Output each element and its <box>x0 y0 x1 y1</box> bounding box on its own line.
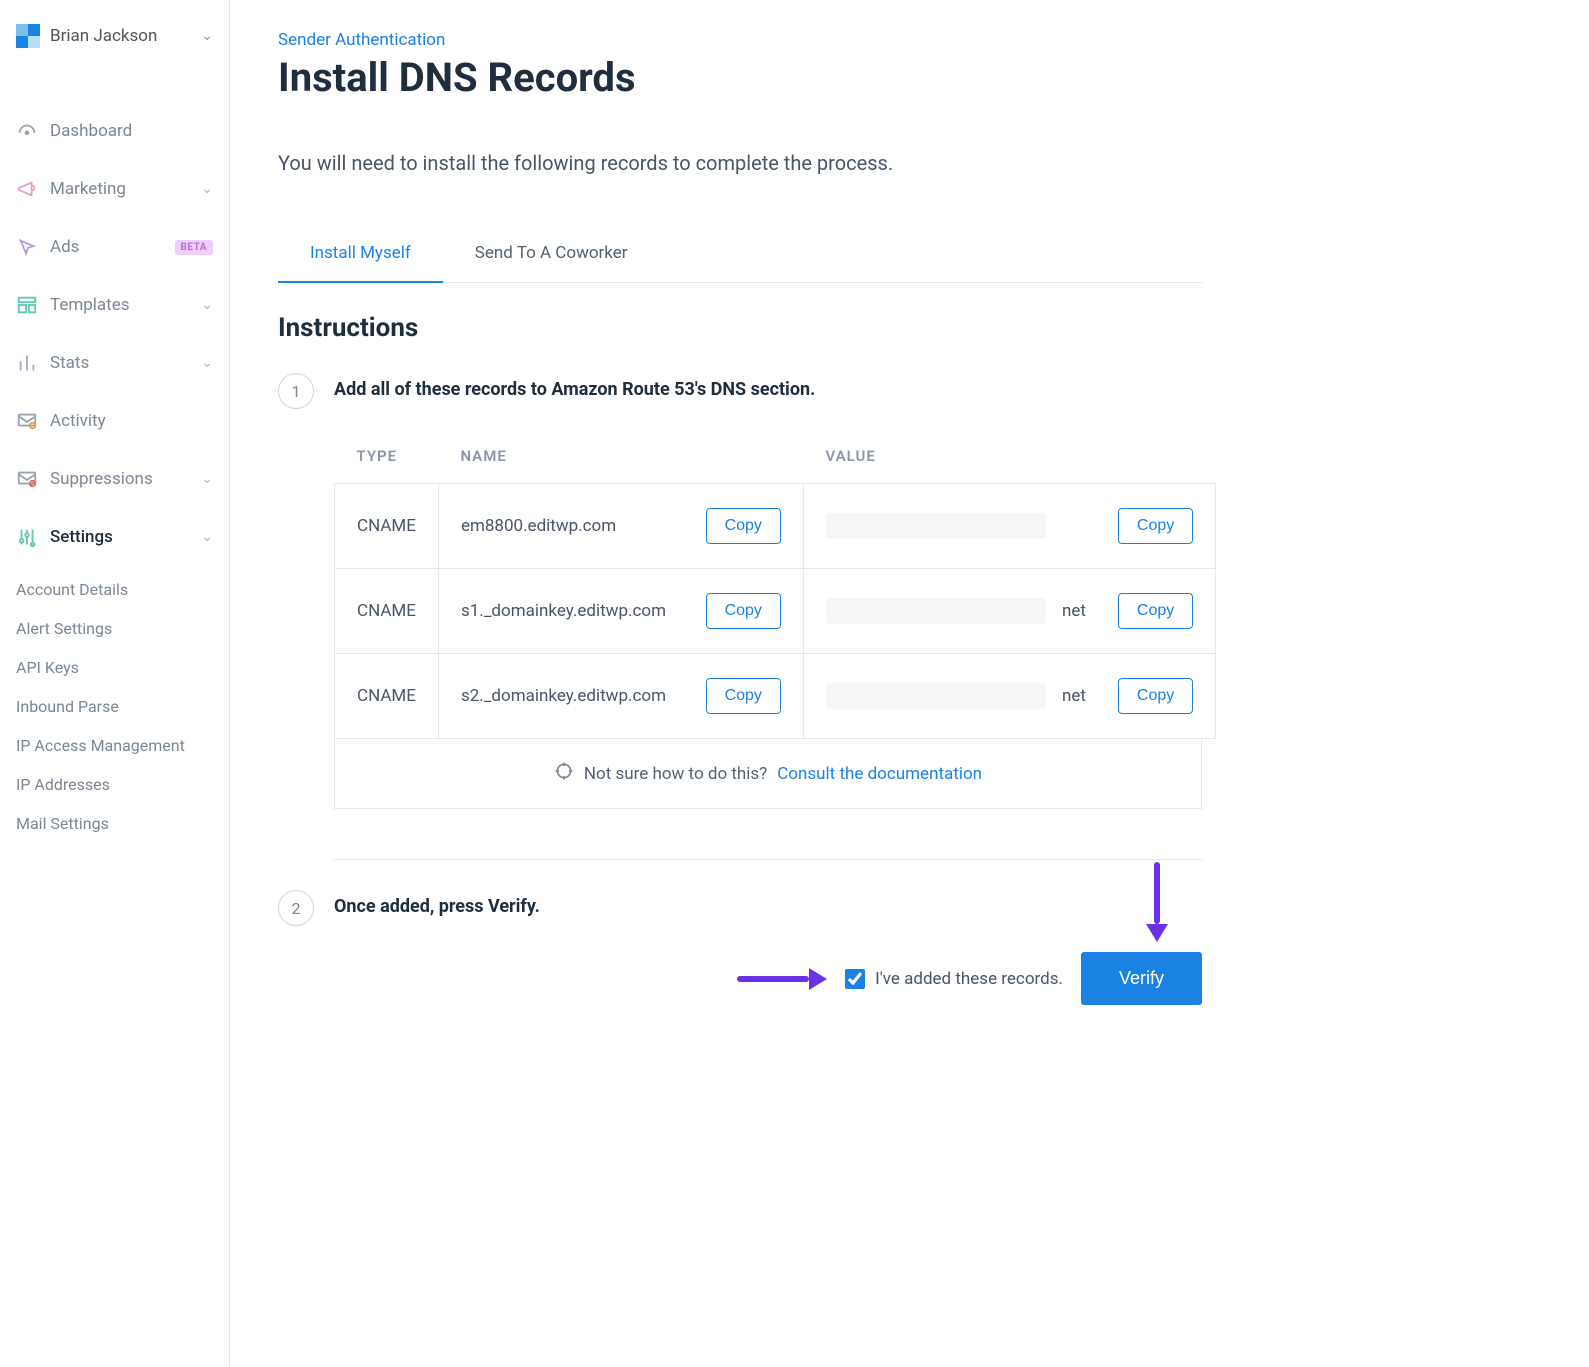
app-logo-icon <box>16 24 40 48</box>
tabs: Install Myself Send To A Coworker <box>278 225 1202 283</box>
beta-badge: BETA <box>175 240 214 255</box>
step-number-badge: 1 <box>278 373 314 409</box>
chevron-down-icon: ⌄ <box>201 297 213 313</box>
redacted-value <box>826 513 1046 539</box>
page-lead: You will need to install the following r… <box>278 151 1202 175</box>
chevron-down-icon: ⌄ <box>201 471 213 487</box>
col-header-name: NAME <box>438 429 803 484</box>
redacted-value <box>826 598 1046 624</box>
instructions-heading: Instructions <box>278 313 1202 343</box>
footer-text: Not sure how to do this? <box>584 764 767 784</box>
cursor-icon <box>16 236 38 258</box>
sidebar-item-templates[interactable]: Templates ⌄ <box>0 276 229 334</box>
account-switcher[interactable]: Brian Jackson ⌄ <box>0 0 229 72</box>
layout-icon <box>16 294 38 316</box>
tab-send-to-coworker[interactable]: Send To A Coworker <box>443 225 660 283</box>
verify-row: I've added these records. Verify <box>334 946 1202 1005</box>
sidebar-item-label: Ads <box>50 237 163 257</box>
copy-value-button[interactable]: Copy <box>1118 508 1193 544</box>
sidebar-item-dashboard[interactable]: Dashboard <box>0 102 229 160</box>
sidebar-item-activity[interactable]: Activity <box>0 392 229 450</box>
settings-subnav: Account Details Alert Settings API Keys … <box>0 566 229 855</box>
cell-name: s1._domainkey.editwp.com <box>461 601 666 621</box>
gauge-icon <box>16 120 38 142</box>
added-records-checkbox-wrap[interactable]: I've added these records. <box>845 969 1063 989</box>
sidebar-item-label: Activity <box>50 411 213 431</box>
copy-value-button[interactable]: Copy <box>1118 593 1193 629</box>
annotation-arrow-down-icon <box>1152 862 1162 942</box>
sidebar-item-label: Dashboard <box>50 121 213 141</box>
chevron-down-icon: ⌄ <box>201 181 213 197</box>
subnav-ip-access-management[interactable]: IP Access Management <box>10 726 229 765</box>
copy-value-button[interactable]: Copy <box>1118 678 1193 714</box>
col-header-value: VALUE <box>803 429 1215 484</box>
divider <box>334 859 1202 860</box>
step-number-badge: 2 <box>278 890 314 926</box>
redacted-value <box>826 683 1046 709</box>
sidebar-item-settings[interactable]: Settings ⌄ <box>0 508 229 566</box>
sidebar: Brian Jackson ⌄ Dashboard Marketing ⌄ Ad… <box>0 0 230 1367</box>
copy-name-button[interactable]: Copy <box>706 593 781 629</box>
step-1: 1 Add all of these records to Amazon Rou… <box>278 373 1202 409</box>
sidebar-item-ads[interactable]: Ads BETA <box>0 218 229 276</box>
crosshair-icon <box>554 761 574 786</box>
table-footer: Not sure how to do this? Consult the doc… <box>334 739 1202 809</box>
verify-button[interactable]: Verify <box>1081 952 1202 1005</box>
sidebar-item-label: Templates <box>50 295 189 315</box>
chevron-down-icon: ⌄ <box>201 355 213 371</box>
checkbox-label: I've added these records. <box>875 969 1063 989</box>
bar-chart-icon <box>16 352 38 374</box>
cell-name: em8800.editwp.com <box>461 516 616 536</box>
subnav-alert-settings[interactable]: Alert Settings <box>10 609 229 648</box>
value-suffix: net <box>1062 686 1086 706</box>
sidebar-item-label: Stats <box>50 353 189 373</box>
cell-type: CNAME <box>335 654 439 739</box>
cell-type: CNAME <box>335 569 439 654</box>
dns-records-table: TYPE NAME VALUE CNAME em8800.editwp.com … <box>334 429 1216 739</box>
sidebar-item-marketing[interactable]: Marketing ⌄ <box>0 160 229 218</box>
subnav-ip-addresses[interactable]: IP Addresses <box>10 765 229 804</box>
col-header-type: TYPE <box>335 429 439 484</box>
sidebar-item-stats[interactable]: Stats ⌄ <box>0 334 229 392</box>
main-content: Sender Authentication Install DNS Record… <box>230 0 1250 1367</box>
mail-block-icon <box>16 468 38 490</box>
table-row: CNAME s2._domainkey.editwp.com Copy net … <box>335 654 1216 739</box>
user-name: Brian Jackson <box>50 26 191 46</box>
documentation-link[interactable]: Consult the documentation <box>777 764 982 784</box>
step-2: 2 Once added, press Verify. <box>278 890 1202 926</box>
copy-name-button[interactable]: Copy <box>706 678 781 714</box>
subnav-inbound-parse[interactable]: Inbound Parse <box>10 687 229 726</box>
table-row: CNAME s1._domainkey.editwp.com Copy net … <box>335 569 1216 654</box>
tab-install-myself[interactable]: Install Myself <box>278 225 443 283</box>
annotation-arrow-right-icon <box>737 974 827 984</box>
subnav-api-keys[interactable]: API Keys <box>10 648 229 687</box>
sidebar-item-label: Settings <box>50 527 189 547</box>
chevron-down-icon: ⌄ <box>201 28 213 44</box>
step-2-title: Once added, press Verify. <box>334 890 540 917</box>
primary-nav: Dashboard Marketing ⌄ Ads BETA Templates… <box>0 72 229 855</box>
copy-name-button[interactable]: Copy <box>706 508 781 544</box>
value-suffix: net <box>1062 601 1086 621</box>
sidebar-item-suppressions[interactable]: Suppressions ⌄ <box>0 450 229 508</box>
cell-type: CNAME <box>335 484 439 569</box>
added-records-checkbox[interactable] <box>845 969 865 989</box>
page-title: Install DNS Records <box>278 54 1202 101</box>
sidebar-item-label: Marketing <box>50 179 189 199</box>
megaphone-icon <box>16 178 38 200</box>
cell-name: s2._domainkey.editwp.com <box>461 686 666 706</box>
step-1-title: Add all of these records to Amazon Route… <box>334 373 815 400</box>
subnav-account-details[interactable]: Account Details <box>10 570 229 609</box>
sidebar-item-label: Suppressions <box>50 469 189 489</box>
table-row: CNAME em8800.editwp.com Copy Copy <box>335 484 1216 569</box>
chevron-down-icon: ⌄ <box>201 529 213 545</box>
mail-search-icon <box>16 410 38 432</box>
sliders-icon <box>16 526 38 548</box>
breadcrumb-link[interactable]: Sender Authentication <box>278 30 445 50</box>
subnav-mail-settings[interactable]: Mail Settings <box>10 804 229 843</box>
